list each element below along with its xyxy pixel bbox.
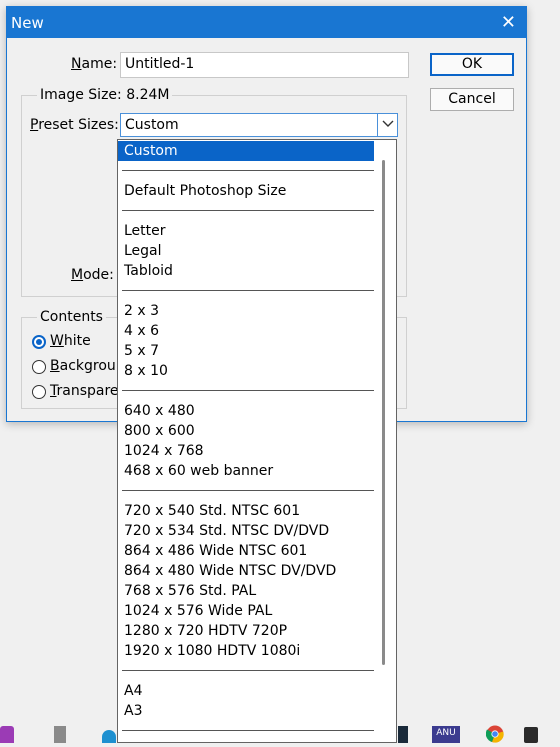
taskbar-anu-icon[interactable]: ANU <box>432 726 460 743</box>
dropdown-item[interactable]: 8 x 10 <box>118 361 374 381</box>
dropdown-item[interactable]: 1024 x 576 Wide PAL <box>118 601 374 621</box>
dropdown-item[interactable]: Default Photoshop Size <box>118 181 374 201</box>
taskbar-app-icon[interactable] <box>54 726 66 743</box>
dropdown-separator <box>122 490 374 491</box>
preset-sizes-value: Custom <box>125 117 179 133</box>
dropdown-item[interactable]: Tabloid <box>118 261 374 281</box>
dropdown-item[interactable]: 4 x 6 <box>118 321 374 341</box>
radio-background-label: Backgroun <box>50 358 125 374</box>
taskbar-app-icon[interactable] <box>102 730 116 743</box>
cancel-button[interactable]: Cancel <box>430 88 514 111</box>
window-title: New <box>11 14 44 32</box>
dropdown-item[interactable]: 768 x 576 Std. PAL <box>118 581 374 601</box>
dropdown-item[interactable]: Legal <box>118 241 374 261</box>
ok-button[interactable]: OK <box>430 53 514 76</box>
taskbar-app-icon[interactable] <box>0 726 14 743</box>
dropdown-item[interactable]: 864 x 480 Wide NTSC DV/DVD <box>118 561 374 581</box>
close-icon[interactable]: ✕ <box>501 12 516 33</box>
dropdown-item[interactable]: 1024 x 768 <box>118 441 374 461</box>
name-input[interactable]: Untitled-1 <box>120 52 409 78</box>
dropdown-separator <box>122 210 374 211</box>
radio-transparent-label: Transpare <box>50 383 119 399</box>
mode-label: Mode: <box>71 267 114 283</box>
dropdown-item[interactable]: 640 x 480 <box>118 401 374 421</box>
title-bar[interactable]: New ✕ <box>7 7 526 38</box>
contents-legend: Contents <box>37 309 106 325</box>
dropdown-separator <box>122 170 374 171</box>
dropdown-item[interactable]: 720 x 534 Std. NTSC DV/DVD <box>118 521 374 541</box>
dropdown-item[interactable]: 720 x 540 Std. NTSC 601 <box>118 501 374 521</box>
taskbar-app-icon[interactable] <box>398 726 408 743</box>
preset-sizes-label: Preset Sizes: <box>30 117 119 133</box>
taskbar-app-icon[interactable] <box>524 727 538 743</box>
dropdown-separator <box>122 730 374 731</box>
name-label: Name: <box>71 56 118 72</box>
dropdown-item[interactable]: 1280 x 720 HDTV 720P <box>118 621 374 641</box>
radio-transparent-button[interactable] <box>32 385 46 399</box>
radio-white-label: White <box>50 333 91 349</box>
chrome-icon[interactable] <box>485 725 504 743</box>
dropdown-item[interactable]: 5 x 7 <box>118 341 374 361</box>
preset-sizes-select[interactable]: Custom <box>120 113 398 137</box>
dropdown-item[interactable]: 2 x 3 <box>118 301 374 321</box>
dropdown-item[interactable]: 468 x 60 web banner <box>118 461 374 481</box>
dropdown-item[interactable]: 864 x 486 Wide NTSC 601 <box>118 541 374 561</box>
dropdown-item[interactable]: 1920 x 1080 HDTV 1080i <box>118 641 374 661</box>
image-size-label: Image Size: 8.24M <box>37 87 173 103</box>
dropdown-separator <box>122 290 374 291</box>
dropdown-item[interactable]: Letter <box>118 221 374 241</box>
radio-background-button[interactable] <box>32 360 46 374</box>
dropdown-item-custom[interactable]: Custom <box>118 141 374 161</box>
preset-sizes-dropdown-list[interactable]: Custom Default Photoshop Size Letter Leg… <box>117 139 397 743</box>
dropdown-item[interactable]: 800 x 600 <box>118 421 374 441</box>
dropdown-item[interactable]: A3 <box>118 701 374 721</box>
dropdown-separator <box>122 390 374 391</box>
chevron-down-icon[interactable] <box>377 114 397 136</box>
dropdown-scrollbar[interactable] <box>374 140 396 742</box>
radio-white-button[interactable] <box>32 335 46 349</box>
dropdown-separator <box>122 670 374 671</box>
dropdown-item[interactable]: A4 <box>118 681 374 701</box>
scrollbar-thumb[interactable] <box>382 160 385 665</box>
image-size-value: 8.24M <box>126 87 170 103</box>
